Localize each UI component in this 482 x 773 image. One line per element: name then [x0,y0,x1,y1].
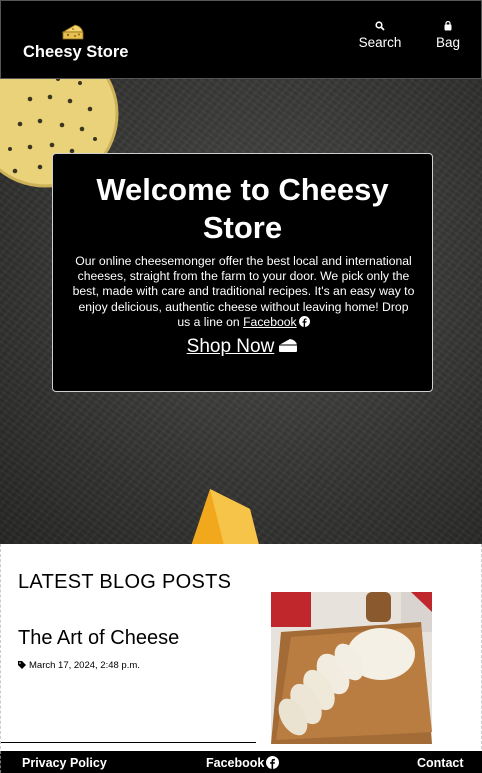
site-footer: Privacy Policy Facebook Contact [0,751,482,773]
post-divider [1,742,256,743]
hero-section: Welcome to Cheesy Store Our online chees… [0,79,482,544]
nav-bag-button[interactable]: Bag [433,21,463,50]
post-image[interactable] [271,592,432,744]
nav-search-label: Search [358,35,402,50]
facebook-icon [266,756,280,769]
cheese-slice-icon [279,339,298,352]
facebook-icon [298,315,310,327]
bag-icon [444,21,452,31]
hero-description: Our online cheesemonger offer the best l… [71,254,416,330]
cheese-icon [61,24,84,40]
footer-privacy-link[interactable]: Privacy Policy [22,756,107,770]
shop-now-button[interactable]: Shop Now [187,336,275,357]
blog-section: LATEST BLOG POSTS The Art of Cheese Marc… [0,544,482,749]
nav-bag-label: Bag [435,35,461,50]
footer-facebook-label: Facebook [206,756,265,770]
footer-facebook-link[interactable]: Facebook [206,756,280,770]
post-date: March 17, 2024, 2:48 p.m. [29,660,140,671]
hero-facebook-link[interactable]: Facebook [243,315,297,329]
logo-link[interactable]: Cheesy Store [23,21,133,65]
cheese-wedge-image [191,489,259,544]
post-title-link[interactable]: The Art of Cheese [18,627,179,650]
search-icon [375,21,385,31]
hero-title: Welcome to Cheesy Store [96,172,389,245]
tag-icon [18,661,26,669]
footer-contact-link[interactable]: Contact [417,756,464,770]
shop-now-row: Shop Now [53,336,432,358]
nav-search-button[interactable]: Search [357,21,403,50]
site-header: Cheesy Store Search Bag [0,0,482,79]
post-meta: March 17, 2024, 2:48 p.m. [18,660,140,671]
blog-heading: LATEST BLOG POSTS [18,571,232,593]
logo-text: Cheesy Store [23,43,129,61]
welcome-card: Welcome to Cheesy Store Our online chees… [52,153,433,392]
